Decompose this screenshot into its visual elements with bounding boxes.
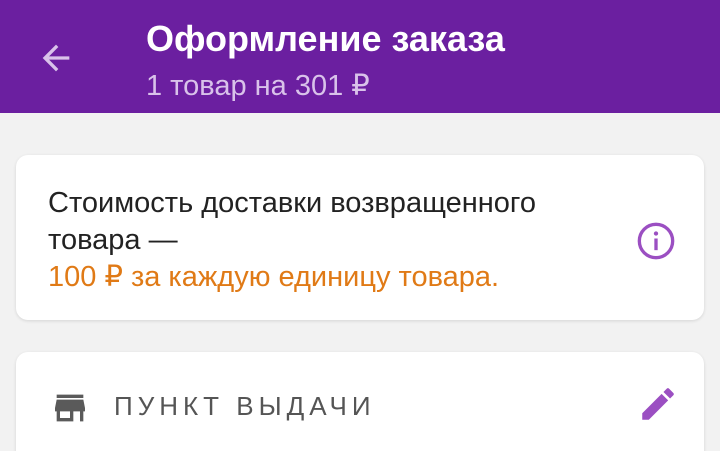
delivery-notice-text: Стоимость доставки возвращенного товара … [48, 185, 628, 296]
store-icon [55, 394, 85, 422]
pickup-point-card: ПУНКТ ВЫДАЧИ [16, 352, 704, 451]
delivery-cost-highlight: 100 ₽ за каждую единицу товара. [48, 261, 500, 293]
arrow-back-icon [42, 44, 70, 72]
pickup-point-label: ПУНКТ ВЫДАЧИ [114, 391, 376, 421]
order-summary-subtitle: 1 товар на 301 ₽ [146, 70, 370, 102]
back-button[interactable] [28, 30, 84, 86]
delivery-notice-line1: Стоимость доставки возвращенного [48, 187, 536, 219]
edit-pickup-button[interactable] [634, 380, 682, 428]
edit-pencil-icon [642, 388, 674, 420]
checkout-screen: Оформление заказа 1 товар на 301 ₽ Стоим… [0, 0, 720, 451]
delivery-notice-line2: товара — [48, 224, 178, 256]
info-icon [637, 222, 675, 260]
page-title: Оформление заказа [146, 18, 505, 59]
app-bar: Оформление заказа 1 товар на 301 ₽ [0, 0, 720, 113]
delivery-notice-card: Стоимость доставки возвращенного товара … [16, 155, 704, 320]
info-button[interactable] [634, 219, 678, 263]
